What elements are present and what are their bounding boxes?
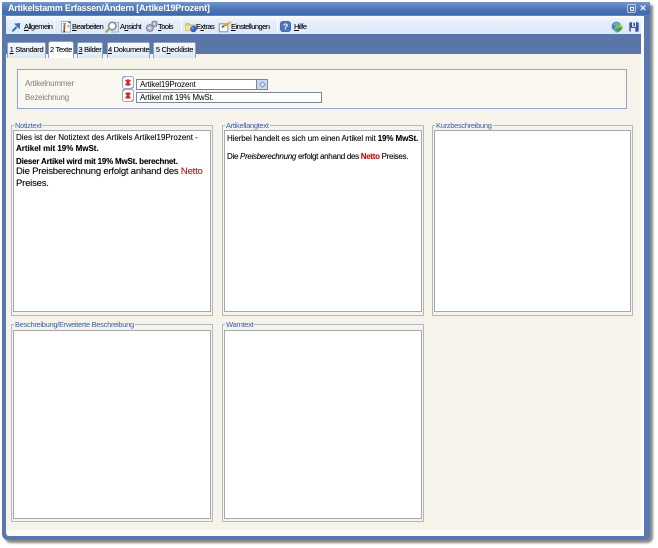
svg-text:?: ? <box>283 21 288 31</box>
